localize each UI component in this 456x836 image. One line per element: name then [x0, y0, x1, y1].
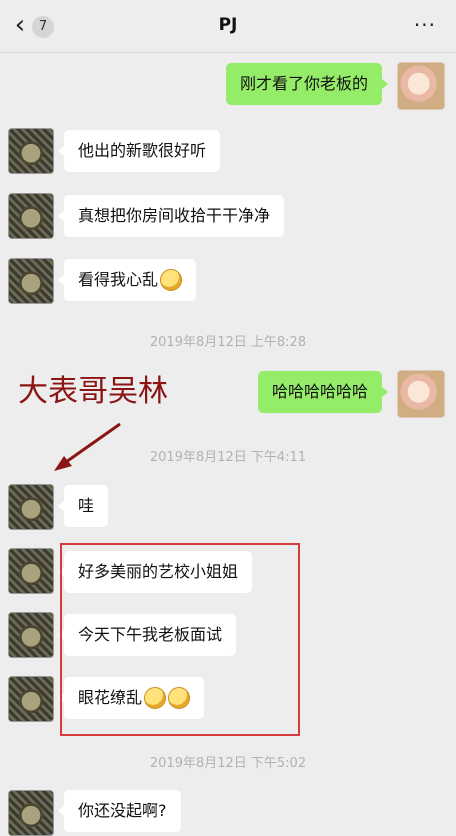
contact-avatar[interactable]	[8, 548, 54, 594]
contact-avatar[interactable]	[8, 258, 54, 304]
emoji-icon	[160, 268, 183, 291]
message-bubble-other[interactable]: 真想把你房间收拾干干净净	[57, 195, 285, 237]
message-bubble-other[interactable]: 他出的新歌很好听	[57, 130, 221, 172]
annotation-label: 大表哥吴林	[18, 374, 168, 409]
message-bubble-other[interactable]: 看得我心乱	[57, 259, 197, 301]
contact-avatar[interactable]	[8, 676, 54, 722]
message-bubble-other[interactable]: 你还没起啊?	[58, 790, 181, 832]
more-options-icon[interactable]: ···	[414, 13, 436, 37]
timestamp: 2019年8月12日 下午4:11	[149, 450, 307, 465]
contact-avatar[interactable]	[8, 128, 54, 174]
message-bubble-self[interactable]: 哈哈哈哈哈哈	[257, 371, 389, 413]
contact-avatar[interactable]	[8, 790, 54, 836]
timestamp: 2019年8月12日 上午8:28	[149, 335, 307, 350]
timestamp: 2019年8月12日 下午5:02	[149, 756, 307, 771]
self-avatar[interactable]	[397, 62, 445, 110]
self-avatar[interactable]	[397, 370, 445, 418]
message-bubble-other[interactable]: 哇	[57, 485, 109, 527]
annotation-highlight-box	[60, 543, 300, 736]
chat-title: PJ	[218, 15, 238, 35]
contact-avatar[interactable]	[8, 612, 54, 658]
contact-avatar[interactable]	[8, 484, 54, 530]
message-text: 看得我心乱	[78, 270, 159, 289]
message-bubble-self[interactable]: 刚才看了你老板的	[225, 63, 389, 105]
contact-avatar[interactable]	[8, 193, 54, 239]
navbar: ‹ 7 PJ ···	[0, 0, 456, 53]
